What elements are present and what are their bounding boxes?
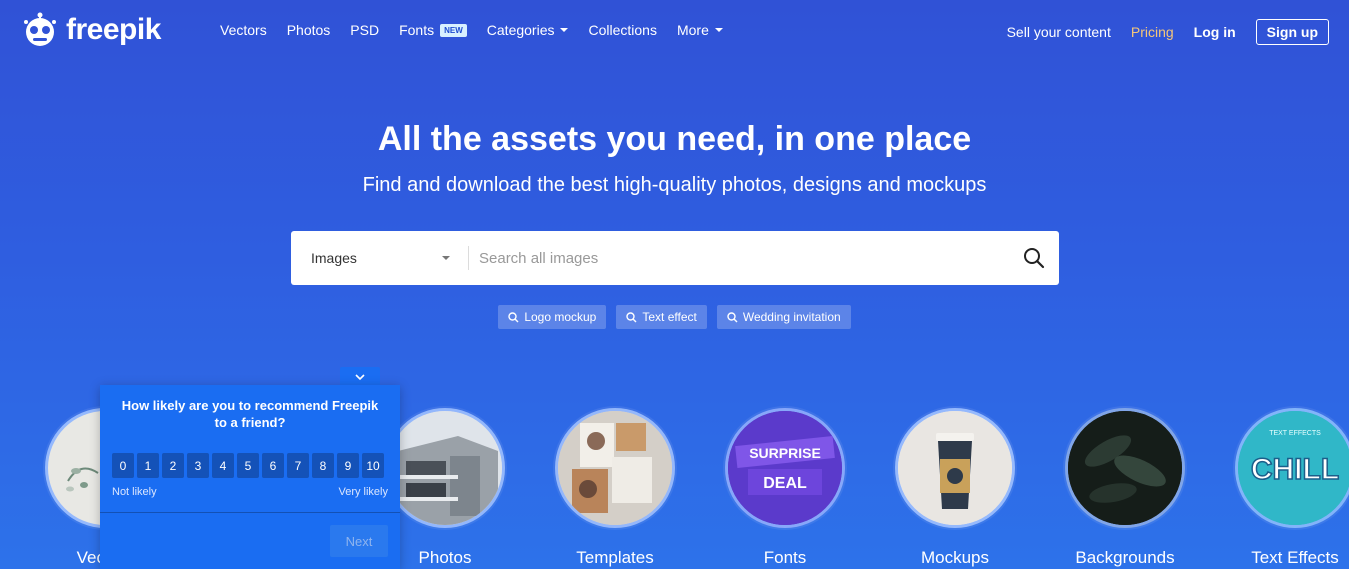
nps-survey-popup: How likely are you to recommend Freepik … [100,385,400,569]
category-thumbnail [555,408,675,528]
search-icon [727,311,738,322]
nav-vectors[interactable]: Vectors [220,22,267,38]
category-label: Backgrounds [1075,548,1175,567]
new-badge: NEW [440,23,467,37]
nav-psd-label: PSD [350,22,380,38]
nav-fonts-label: Fonts [399,22,435,38]
score-1-button[interactable]: 1 [137,453,159,478]
account-nav: Sell your content Pricing Log in Sign up [987,19,1329,45]
fonts-art-text-bottom: DEAL [763,475,807,492]
category-label: Templates [576,548,654,567]
category-label: Fonts [763,548,807,567]
search-icon [626,311,637,322]
nav-psd[interactable]: PSD [350,22,379,38]
tag-wedding-invitation[interactable]: Wedding invitation [716,305,851,329]
category-label: Photos [418,548,472,567]
nav-categories[interactable]: Categories [487,22,569,38]
search-type-select[interactable]: Images [291,246,469,270]
chevron-down-icon [560,28,569,32]
category-fonts[interactable]: SURPRISE DEAL Fonts [725,408,845,568]
search-type-label: Images [311,250,357,266]
template-collage-icon [558,411,672,525]
category-photos[interactable]: Photos [385,408,505,568]
surprise-deal-artwork: SURPRISE DEAL [728,411,842,525]
nav-collections-label: Collections [588,22,657,38]
survey-collapse-button[interactable] [340,367,380,387]
tag-label: Wedding invitation [742,310,841,324]
login-link[interactable]: Log in [1194,24,1236,40]
coffee-cup-mockup-icon [898,411,1012,525]
category-label: Mockups [920,548,990,567]
tag-logo-mockup[interactable]: Logo mockup [498,305,607,329]
nav-collections[interactable]: Collections [588,22,656,38]
tag-label: Logo mockup [524,310,597,324]
scale-low-label: Not likely [112,486,157,498]
freepik-logo-icon [24,12,56,46]
fonts-art-text-top: SURPRISE [749,445,821,461]
chevron-down-icon [355,373,365,380]
text-effects-art-title: CHILL [1251,453,1339,486]
survey-question: How likely are you to recommend Freepik … [121,398,379,430]
suggested-tags: Logo mockup Text effect Wedding invitati… [0,305,1349,329]
nav-fonts[interactable]: Fonts NEW [399,22,467,38]
search-button[interactable] [1009,231,1059,285]
score-0-button[interactable]: 0 [112,453,134,478]
logo[interactable]: freepik [20,10,161,50]
category-label: Text Effects [1251,548,1339,567]
category-text-effects[interactable]: TEXT EFFECTS CHILL Text Effects [1235,408,1349,568]
nav-more-label: More [676,22,709,38]
text-effects-art-caption: TEXT EFFECTS [1269,430,1321,437]
brand-name: freepik [66,13,161,46]
survey-divider [100,512,400,513]
survey-next-button[interactable]: Next [330,525,388,557]
building-photo-icon [388,411,502,525]
category-mockups[interactable]: Mockups [895,408,1015,568]
search-icon [1024,248,1045,269]
sell-content-link[interactable]: Sell your content [1007,24,1111,40]
leaves-background-icon [1068,411,1182,525]
header: freepik Vectors Photos PSD Fonts NEW Cat… [0,0,1349,64]
search-icon [508,311,519,322]
tag-text-effect[interactable]: Text effect [616,305,707,329]
search-input[interactable] [469,238,1009,278]
nav-photos-label: Photos [286,22,331,38]
score-9-button[interactable]: 9 [337,453,359,478]
nav-more[interactable]: More [677,22,723,38]
category-thumbnail [895,408,1015,528]
pricing-link[interactable]: Pricing [1131,24,1174,40]
main-nav: Vectors Photos PSD Fonts NEW Categories … [220,22,743,38]
score-6-button[interactable]: 6 [262,453,284,478]
score-3-button[interactable]: 3 [187,453,209,478]
category-templates[interactable]: Templates [555,408,675,568]
score-8-button[interactable]: 8 [312,453,334,478]
score-7-button[interactable]: 7 [287,453,309,478]
nav-categories-label: Categories [486,22,555,38]
category-thumbnail: TEXT EFFECTS CHILL [1235,408,1349,528]
score-10-button[interactable]: 10 [362,453,384,478]
nav-vectors-label: Vectors [220,22,267,38]
chevron-down-icon [714,28,723,32]
category-thumbnail: SURPRISE DEAL [725,408,845,528]
hero-subtitle: Find and download the best high-quality … [362,174,987,196]
chevron-down-icon [442,256,450,260]
tag-label: Text effect [642,310,697,324]
scale-high-label: Very likely [338,486,388,498]
survey-scale: 0 1 2 3 4 5 6 7 8 9 10 [112,453,384,478]
nav-photos[interactable]: Photos [287,22,331,38]
hero-title: All the assets you need, in one place [377,120,972,158]
signup-button[interactable]: Sign up [1255,19,1329,45]
category-thumbnail [1065,408,1185,528]
score-5-button[interactable]: 5 [237,453,259,478]
category-thumbnail [385,408,505,528]
category-backgrounds[interactable]: Backgrounds [1065,408,1185,568]
search-bar: Images [291,231,1059,285]
score-2-button[interactable]: 2 [162,453,184,478]
score-4-button[interactable]: 4 [212,453,234,478]
chill-text-effect-artwork: TEXT EFFECTS CHILL [1238,411,1349,525]
